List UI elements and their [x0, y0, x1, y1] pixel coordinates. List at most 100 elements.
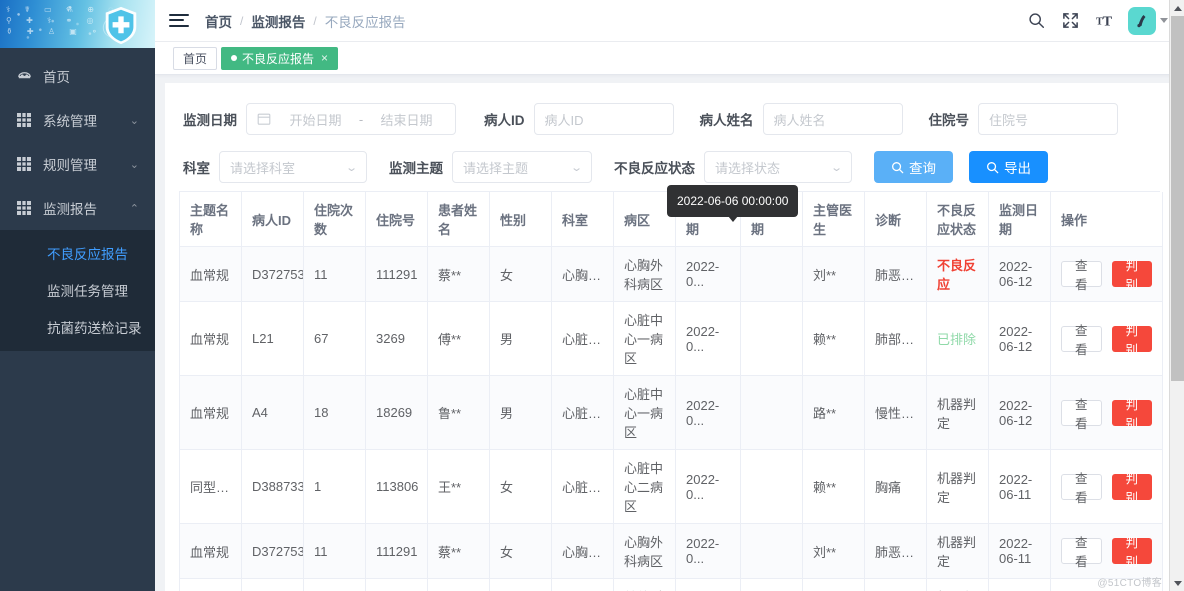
close-icon[interactable]: ×: [321, 51, 328, 65]
table-row[interactable]: 血常规L21673269傅**男心脏中...心脏中心一病区2022-0...赖*…: [180, 302, 1163, 376]
fullscreen-icon[interactable]: [1060, 11, 1080, 31]
view-button[interactable]: 查看: [1061, 261, 1102, 287]
col-diagnosis: 诊断: [865, 192, 927, 247]
tab-home[interactable]: 首页: [173, 47, 217, 70]
hamburger-icon[interactable]: [169, 13, 189, 29]
department-select[interactable]: 请选择科室 ⌄: [219, 151, 367, 183]
cell-admit-date: 2022-0...: [676, 524, 741, 579]
grid-icon: [16, 112, 32, 128]
tab-adr-report[interactable]: 不良反应报告 ×: [221, 47, 338, 70]
cell-monitor-date: 2022-06-12: [989, 247, 1051, 302]
cell-ward-text: 心脏中心二病区: [624, 461, 663, 514]
scroll-down-arrow-icon[interactable]: [1170, 575, 1184, 591]
cell-diagnosis-text: 肺恶性...: [875, 265, 916, 284]
cell-diagnosis: 胆囊术后: [865, 579, 927, 591]
admission-no-input[interactable]: 住院号: [978, 103, 1118, 135]
col-adr-status: 不良反应状态: [927, 192, 989, 247]
col-topic: 主题名称: [180, 192, 242, 247]
logo-banner: ⚕ ☤ ▭ ⚗ ⊕ ◌ ⚲ ✚ ⚕ ⚭ ◎ ◌ ⚱ ✚ ♙ ▣ ⚬: [0, 0, 155, 48]
cell-patient-id-text: D372753: [252, 267, 304, 282]
scroll-up-arrow-icon[interactable]: [1170, 0, 1184, 16]
cell-discharge-date: [741, 302, 803, 376]
patient-name-input[interactable]: 病人姓名: [763, 103, 903, 135]
cell-patient-id: D386345: [242, 579, 304, 591]
breadcrumb-item-home[interactable]: 首页: [205, 11, 232, 31]
font-size-icon[interactable]: T T: [1094, 11, 1114, 31]
sidebar-item-system[interactable]: 系统管理 ⌄: [0, 98, 155, 142]
col-operations: 操作: [1051, 192, 1163, 247]
breadcrumb-item-monitoring-report[interactable]: 监测报告: [251, 11, 305, 31]
table-row[interactable]: 血常规D37275311111291蔡**女心胸外...心胸外科病区2022-0…: [180, 524, 1163, 579]
cell-department: 心脏中...: [552, 376, 614, 450]
cell-visits-text: 11: [314, 544, 328, 559]
button-label: 查询: [909, 157, 936, 177]
scrollbar-thumb[interactable]: [1171, 16, 1184, 381]
adr-status-select[interactable]: 请选择状态 ⌄: [704, 151, 852, 183]
judge-button[interactable]: 判别: [1112, 400, 1153, 426]
view-button[interactable]: 查看: [1061, 538, 1102, 564]
sidebar-item-rules[interactable]: 规则管理 ⌄: [0, 142, 155, 186]
cell-ward-text: 心胸外科病区: [624, 535, 663, 569]
cell-discharge-date: [741, 579, 803, 591]
cell-patient-id-text: D388733: [252, 479, 304, 494]
cell-operations: 查看判别: [1051, 376, 1163, 450]
cell-adr-status: 不良反应: [927, 247, 989, 302]
judge-button[interactable]: 判别: [1112, 261, 1153, 287]
sidebar-subitem-adr-report[interactable]: 不良反应报告: [0, 234, 155, 271]
chevron-down-icon[interactable]: [1160, 18, 1168, 23]
tooltip-text: 2022-06-06 00:00:00: [677, 194, 788, 208]
page-scrollbar[interactable]: [1169, 0, 1184, 591]
view-button[interactable]: 查看: [1061, 326, 1102, 352]
calendar-icon: [257, 112, 271, 126]
filter-label: 监测主题: [389, 157, 443, 177]
cell-admit-date: 2022-0...: [676, 247, 741, 302]
sidebar-item-monitoring-report[interactable]: 监测报告 ⌃: [0, 186, 155, 230]
table-row[interactable]: 血常规A41818269鲁**男心脏中...心脏中心一病区2022-0...路*…: [180, 376, 1163, 450]
col-admission-no: 住院号: [366, 192, 428, 247]
cell-ward: 心脏中心一病区: [614, 302, 676, 376]
cell-department-text: 心胸外...: [562, 542, 603, 561]
user-menu[interactable]: [1128, 7, 1168, 35]
avatar[interactable]: [1128, 7, 1156, 35]
cell-diagnosis-text: 肺部感染: [875, 329, 916, 348]
cell-gender-text: 男: [500, 406, 513, 421]
judge-button[interactable]: 判别: [1112, 538, 1153, 564]
sidebar-item-home[interactable]: 首页: [0, 54, 155, 98]
status-badge: 机器判定: [937, 535, 976, 569]
search-icon[interactable]: [1026, 11, 1046, 31]
cell-topic: 血常规: [180, 376, 242, 450]
judge-button[interactable]: 判别: [1112, 326, 1153, 352]
view-button[interactable]: 查看: [1061, 474, 1102, 500]
date-tooltip: 2022-06-06 00:00:00: [667, 185, 798, 217]
sidebar-subitem-antibiotic-records[interactable]: 抗菌药送检记录: [0, 308, 155, 345]
cell-ward: 心胸外科病区: [614, 247, 676, 302]
shield-cross-icon: [101, 4, 141, 46]
sidebar-subitem-task-management[interactable]: 监测任务管理: [0, 271, 155, 308]
topic-select[interactable]: 请选择主题 ⌄: [452, 151, 592, 183]
export-button[interactable]: 导出: [969, 151, 1048, 183]
tab-active-dot-icon: [231, 55, 237, 61]
cell-patient-name-text: 傅**: [438, 332, 461, 347]
table-row[interactable]: 同型半胱氨酸D3887331113806王**女心脏中...心脏中心二病区202…: [180, 450, 1163, 524]
view-button[interactable]: 查看: [1061, 400, 1102, 426]
cell-monitor-date: 2022-06-11: [989, 579, 1051, 591]
cell-gender-text: 女: [500, 545, 513, 560]
cell-monitor-date: 2022-06-11: [989, 524, 1051, 579]
row-actions: 查看判别: [1061, 326, 1152, 352]
judge-button[interactable]: 判别: [1112, 474, 1153, 500]
filter-label: 病人ID: [484, 109, 525, 129]
table-row[interactable]: 肝毒性D3863453113410李**男普外科...普外科病区2022-0..…: [180, 579, 1163, 591]
filter-adr-status: 不良反应状态 请选择状态 ⌄: [614, 151, 852, 183]
date-start-placeholder[interactable]: 开始日期: [277, 110, 354, 129]
cell-visits: 11: [304, 247, 366, 302]
date-range-picker[interactable]: 开始日期 - 结束日期: [246, 103, 456, 135]
cell-diagnosis: 慢性心...: [865, 376, 927, 450]
patient-id-input[interactable]: 病人ID: [534, 103, 674, 135]
cell-patient-id: D372753: [242, 247, 304, 302]
table-row[interactable]: 血常规D37275311111291蔡**女心胸外...心胸外科病区2022-0…: [180, 247, 1163, 302]
cell-gender: 女: [490, 450, 552, 524]
tab-label: 不良反应报告: [242, 50, 314, 67]
cell-admit-date: 2022-0...: [676, 450, 741, 524]
query-button[interactable]: 查询: [874, 151, 953, 183]
date-end-placeholder[interactable]: 结束日期: [368, 110, 445, 129]
